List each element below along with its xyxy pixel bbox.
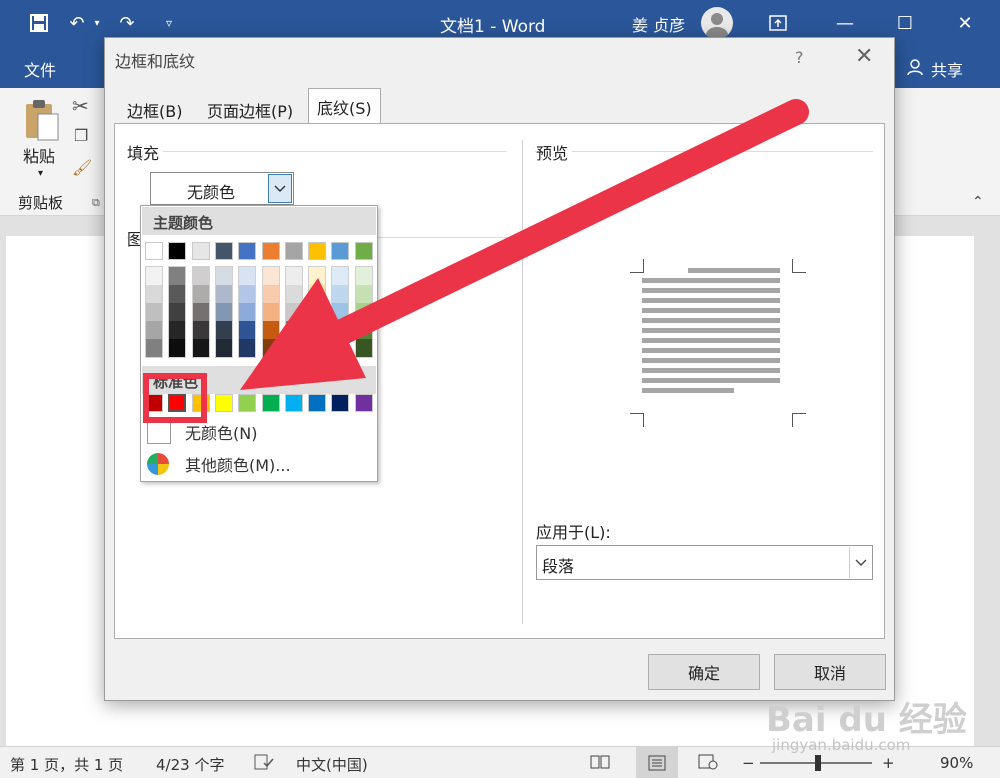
watermark-main: Bai du 经验: [766, 700, 967, 740]
annotation-highlight-box: [143, 373, 207, 423]
watermark-sub: jingyan.baidu.com: [772, 736, 911, 754]
baidu-watermark: Bai du 经验 jingyan.baidu.com: [766, 690, 986, 760]
